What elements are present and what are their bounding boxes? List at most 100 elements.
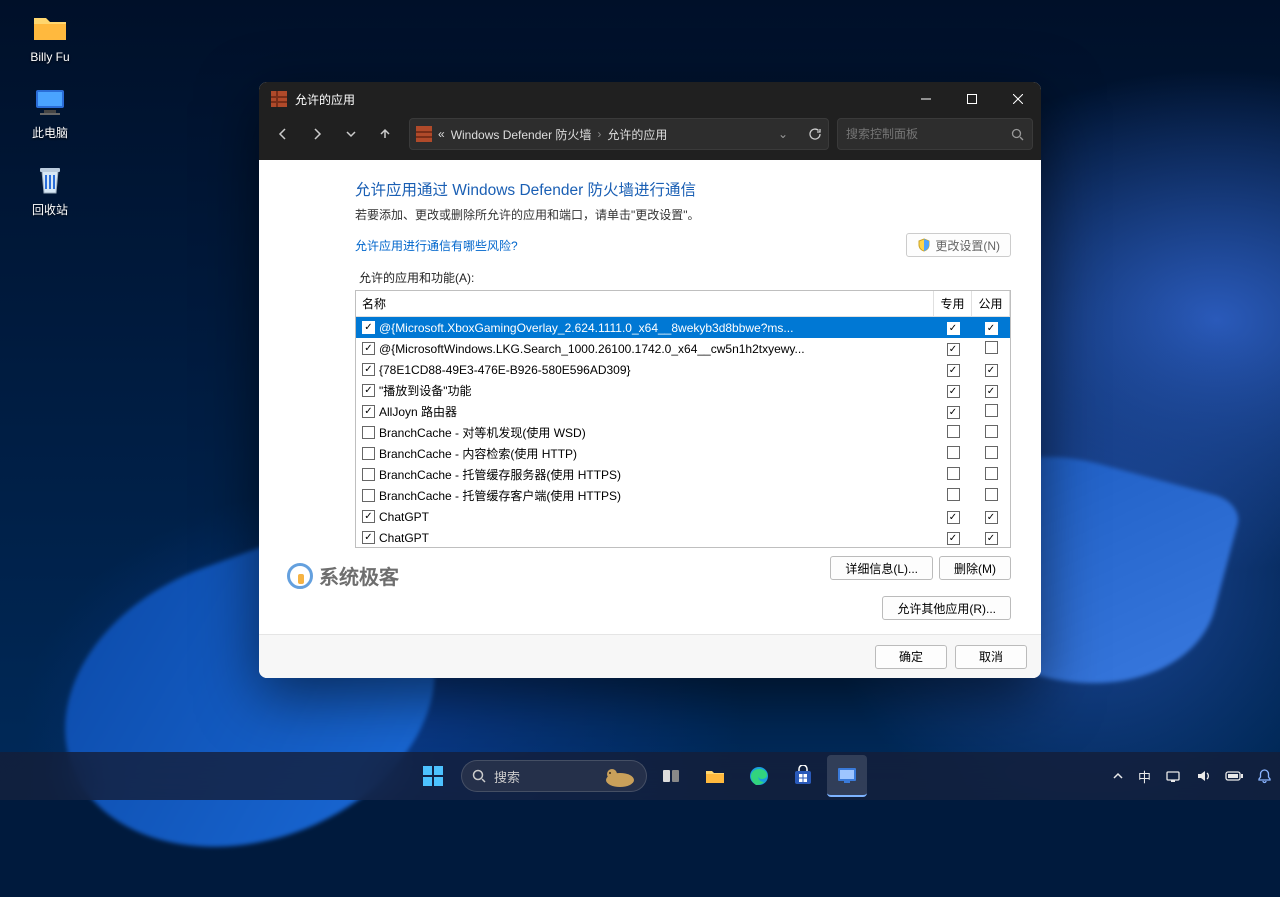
details-button[interactable]: 详细信息(L)... <box>830 556 933 580</box>
list-item[interactable]: {78E1CD88-49E3-476E-B926-580E596AD309} <box>356 359 1010 380</box>
column-name[interactable]: 名称 <box>356 291 934 316</box>
private-checkbox[interactable] <box>947 364 960 377</box>
desktop-icon-this-pc[interactable]: 此电脑 <box>12 82 88 141</box>
public-checkbox[interactable] <box>985 488 998 501</box>
public-checkbox[interactable] <box>985 425 998 438</box>
close-button[interactable] <box>995 82 1041 116</box>
private-checkbox[interactable] <box>947 488 960 501</box>
private-checkbox[interactable] <box>947 425 960 438</box>
enable-checkbox[interactable] <box>362 384 375 397</box>
start-button[interactable] <box>413 756 453 796</box>
back-button[interactable] <box>267 118 299 150</box>
change-settings-button[interactable]: 更改设置(N) <box>906 233 1011 257</box>
enable-checkbox[interactable] <box>362 531 375 544</box>
minimize-button[interactable] <box>903 82 949 116</box>
tray-overflow-button[interactable] <box>1112 770 1124 782</box>
chevron-down-icon[interactable]: ⌄ <box>778 127 788 141</box>
taskbar: 搜索 中 <box>0 752 1280 800</box>
control-panel-taskbar-button[interactable] <box>827 755 867 797</box>
column-public[interactable]: 公用 <box>972 291 1010 316</box>
public-checkbox[interactable] <box>985 467 998 480</box>
app-name: @{MicrosoftWindows.LKG.Search_1000.26100… <box>379 342 805 356</box>
enable-checkbox[interactable] <box>362 342 375 355</box>
enable-checkbox[interactable] <box>362 447 375 460</box>
file-explorer-button[interactable] <box>695 756 735 796</box>
notifications-icon[interactable] <box>1257 768 1272 784</box>
list-item[interactable]: ChatGPT <box>356 527 1010 547</box>
battery-icon[interactable] <box>1225 770 1243 782</box>
public-checkbox[interactable] <box>985 511 998 524</box>
list-item[interactable]: @{MicrosoftWindows.LKG.Search_1000.26100… <box>356 338 1010 359</box>
breadcrumb-item[interactable]: Windows Defender 防火墙 <box>451 126 592 143</box>
delete-button[interactable]: 删除(M) <box>939 556 1011 580</box>
app-name: {78E1CD88-49E3-476E-B926-580E596AD309} <box>379 363 631 377</box>
volume-icon[interactable] <box>1195 768 1211 784</box>
public-checkbox[interactable] <box>985 446 998 459</box>
system-tray: 中 <box>1112 767 1272 786</box>
desktop-icon-recycle-bin[interactable]: 回收站 <box>12 159 88 218</box>
enable-checkbox[interactable] <box>362 510 375 523</box>
maximize-button[interactable] <box>949 82 995 116</box>
shield-icon <box>917 238 931 252</box>
search-input[interactable] <box>846 127 1011 141</box>
list-item[interactable]: AllJoyn 路由器 <box>356 401 1010 422</box>
app-name: AllJoyn 路由器 <box>379 403 457 420</box>
risk-link[interactable]: 允许应用进行通信有哪些风险? <box>355 237 518 254</box>
public-checkbox[interactable] <box>985 385 998 398</box>
public-checkbox[interactable] <box>985 532 998 545</box>
column-private[interactable]: 专用 <box>934 291 972 316</box>
search-text: 搜索 <box>494 767 520 786</box>
enable-checkbox[interactable] <box>362 405 375 418</box>
list-body[interactable]: @{Microsoft.XboxGamingOverlay_2.624.1111… <box>356 317 1010 547</box>
refresh-icon[interactable] <box>808 127 822 141</box>
desktop-icon-label: 此电脑 <box>32 124 68 141</box>
ime-indicator[interactable]: 中 <box>1138 767 1151 786</box>
public-checkbox[interactable] <box>985 322 998 335</box>
list-item[interactable]: BranchCache - 托管缓存服务器(使用 HTTPS) <box>356 464 1010 485</box>
public-checkbox[interactable] <box>985 364 998 377</box>
address-bar[interactable]: « Windows Defender 防火墙 › 允许的应用 ⌄ <box>409 118 829 150</box>
private-checkbox[interactable] <box>947 406 960 419</box>
taskbar-search[interactable]: 搜索 <box>461 760 647 792</box>
desktop-icon-folder[interactable]: Billy Fu <box>12 8 88 64</box>
list-item[interactable]: BranchCache - 内容检索(使用 HTTP) <box>356 443 1010 464</box>
folder-icon <box>30 8 70 48</box>
enable-checkbox[interactable] <box>362 321 375 334</box>
private-checkbox[interactable] <box>947 446 960 459</box>
list-item[interactable]: BranchCache - 对等机发现(使用 WSD) <box>356 422 1010 443</box>
private-checkbox[interactable] <box>947 322 960 335</box>
app-name: ChatGPT <box>379 531 429 545</box>
up-button[interactable] <box>369 118 401 150</box>
list-item[interactable]: @{Microsoft.XboxGamingOverlay_2.624.1111… <box>356 317 1010 338</box>
task-view-button[interactable] <box>651 756 691 796</box>
private-checkbox[interactable] <box>947 385 960 398</box>
cancel-button[interactable]: 取消 <box>955 645 1027 669</box>
list-item[interactable]: ChatGPT <box>356 506 1010 527</box>
enable-checkbox[interactable] <box>362 468 375 481</box>
recycle-bin-icon <box>30 159 70 199</box>
breadcrumb-item[interactable]: 允许的应用 <box>607 126 667 143</box>
private-checkbox[interactable] <box>947 532 960 545</box>
search-icon <box>1011 128 1024 141</box>
recent-button[interactable] <box>335 118 367 150</box>
allow-other-app-button[interactable]: 允许其他应用(R)... <box>882 596 1011 620</box>
app-name: ChatGPT <box>379 510 429 524</box>
enable-checkbox[interactable] <box>362 363 375 376</box>
public-checkbox[interactable] <box>985 341 998 354</box>
search-box[interactable] <box>837 118 1033 150</box>
forward-button[interactable] <box>301 118 333 150</box>
search-decoration-icon <box>602 764 640 788</box>
titlebar[interactable]: 允许的应用 <box>259 82 1041 116</box>
enable-checkbox[interactable] <box>362 426 375 439</box>
private-checkbox[interactable] <box>947 343 960 356</box>
public-checkbox[interactable] <box>985 404 998 417</box>
enable-checkbox[interactable] <box>362 489 375 502</box>
ok-button[interactable]: 确定 <box>875 645 947 669</box>
edge-button[interactable] <box>739 756 779 796</box>
private-checkbox[interactable] <box>947 511 960 524</box>
network-icon[interactable] <box>1165 768 1181 784</box>
list-item[interactable]: "播放到设备"功能 <box>356 380 1010 401</box>
store-button[interactable] <box>783 756 823 796</box>
list-item[interactable]: BranchCache - 托管缓存客户端(使用 HTTPS) <box>356 485 1010 506</box>
private-checkbox[interactable] <box>947 467 960 480</box>
